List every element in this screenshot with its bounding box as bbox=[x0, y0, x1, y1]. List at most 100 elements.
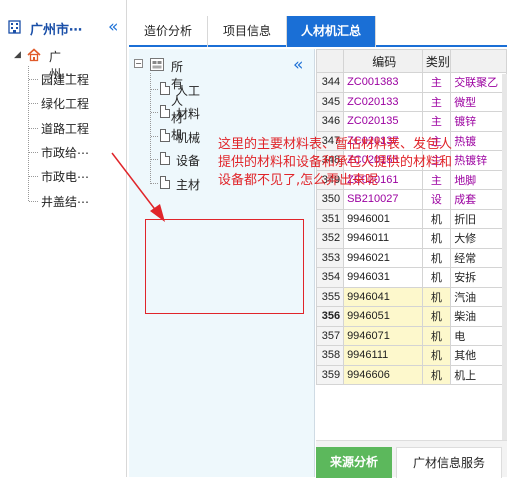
table-row[interactable]: 350 SB210027 设成套 bbox=[316, 189, 507, 210]
table-row[interactable]: 353 9946021 机经常 bbox=[316, 247, 507, 268]
collapse-resource-panel-icon[interactable]: « bbox=[293, 57, 303, 74]
row-index-cell[interactable]: 358 bbox=[316, 345, 345, 366]
category-cell[interactable]: 机 bbox=[421, 228, 452, 249]
name-cell[interactable]: 折旧 bbox=[450, 208, 507, 229]
code-cell[interactable]: 9946111 bbox=[343, 345, 423, 366]
row-index-cell[interactable]: 356 bbox=[316, 306, 345, 327]
code-cell[interactable]: 9946606 bbox=[343, 364, 423, 385]
resource-item-material[interactable]: 材料 bbox=[176, 105, 200, 122]
tab-cost-analysis[interactable]: 造价分析 bbox=[129, 16, 208, 47]
code-cell[interactable]: 9946051 bbox=[343, 306, 423, 327]
row-index-cell[interactable]: 359 bbox=[316, 364, 345, 385]
table-row[interactable]: 359 9946606 机机上 bbox=[316, 364, 507, 385]
table-row[interactable]: 352 9946011 机大修 bbox=[316, 228, 507, 249]
code-cell[interactable]: 9946041 bbox=[343, 286, 423, 307]
category-cell[interactable]: 机 bbox=[421, 325, 452, 346]
name-cell[interactable]: 安拆 bbox=[450, 267, 507, 288]
tree-item-garden[interactable]: 园建工程 bbox=[41, 71, 89, 88]
document-icon bbox=[160, 129, 170, 142]
project-tree-panel: 广州市⋯ « ◢ 广州⋯ 园建工程 绿化工程 道路工程 市政给⋯ 市政电⋯ 井盖… bbox=[0, 0, 127, 477]
table-row[interactable]: 358 9946111 机其他 bbox=[316, 345, 507, 366]
category-cell[interactable]: 主 bbox=[421, 111, 452, 132]
code-cell[interactable]: 9946011 bbox=[343, 228, 423, 249]
name-cell[interactable]: 电 bbox=[450, 325, 507, 346]
collapse-left-panel-icon[interactable]: « bbox=[108, 19, 118, 36]
category-cell[interactable]: 主 bbox=[421, 91, 452, 112]
resource-grid: 编码 类别 344 ZC001383 主交联聚乙 345 ZC020133 主微型 346 Z… bbox=[316, 49, 507, 440]
code-cell[interactable]: ZC020135 bbox=[343, 111, 423, 132]
tree-item-manhole[interactable]: 井盖结⋯ bbox=[41, 193, 89, 210]
name-cell[interactable]: 镀锌 bbox=[450, 111, 507, 132]
category-cell[interactable]: 机 bbox=[421, 364, 452, 385]
table-row[interactable]: 351 9946001 机折旧 bbox=[316, 208, 507, 229]
row-index-cell[interactable]: 355 bbox=[316, 286, 345, 307]
name-cell[interactable]: 交联聚乙 bbox=[450, 72, 507, 93]
tab-project-info[interactable]: 项目信息 bbox=[208, 16, 287, 47]
col-header-category[interactable]: 类别 bbox=[421, 49, 452, 73]
category-cell[interactable]: 机 bbox=[421, 267, 452, 288]
resource-item-equipment[interactable]: 设备 bbox=[176, 152, 200, 169]
tree-connector bbox=[29, 201, 38, 202]
table-row[interactable]: 356 9946051 机柴油 bbox=[316, 306, 507, 327]
col-header-name[interactable] bbox=[450, 49, 507, 73]
tree-item-road[interactable]: 道路工程 bbox=[41, 120, 89, 137]
name-cell[interactable]: 汽油 bbox=[450, 286, 507, 307]
code-cell[interactable]: SB210027 bbox=[343, 189, 423, 210]
col-header-code[interactable]: 编码 bbox=[343, 49, 423, 73]
name-cell[interactable]: 柴油 bbox=[450, 306, 507, 327]
name-cell[interactable]: 机上 bbox=[450, 364, 507, 385]
document-icon bbox=[160, 82, 170, 95]
tree-item-greening[interactable]: 绿化工程 bbox=[41, 95, 89, 112]
code-cell[interactable]: ZC001383 bbox=[343, 72, 423, 93]
tree-item-electric[interactable]: 市政电⋯ bbox=[41, 168, 89, 185]
row-index-cell[interactable]: 352 bbox=[316, 228, 345, 249]
row-index-cell[interactable]: 353 bbox=[316, 247, 345, 268]
table-row[interactable]: 344 ZC001383 主交联聚乙 bbox=[316, 72, 507, 93]
tab-resource-summary[interactable]: 人材机汇总 bbox=[287, 16, 376, 47]
category-cell[interactable]: 机 bbox=[421, 306, 452, 327]
name-cell[interactable]: 其他 bbox=[450, 345, 507, 366]
table-row[interactable]: 354 9946031 机安拆 bbox=[316, 267, 507, 288]
resource-item-labor[interactable]: 人工 bbox=[176, 82, 200, 99]
category-cell[interactable]: 机 bbox=[421, 345, 452, 366]
code-cell[interactable]: 9946031 bbox=[343, 267, 423, 288]
project-title[interactable]: 广州市⋯ bbox=[30, 19, 82, 38]
category-cell[interactable]: 主 bbox=[421, 72, 452, 93]
row-index-cell[interactable]: 344 bbox=[316, 72, 345, 93]
tab-material-info-service[interactable]: 广材信息服务 bbox=[396, 447, 502, 478]
category-cell[interactable]: 机 bbox=[421, 286, 452, 307]
table-row[interactable]: 346 ZC020135 主镀锌 bbox=[316, 111, 507, 132]
collapse-box-icon[interactable]: − bbox=[134, 59, 143, 68]
expand-triangle-icon[interactable]: ◢ bbox=[14, 50, 21, 60]
category-cell[interactable]: 机 bbox=[421, 208, 452, 229]
tree-item-water-supply[interactable]: 市政给⋯ bbox=[41, 144, 89, 161]
grid-scrollbar[interactable] bbox=[502, 74, 507, 440]
row-index-cell[interactable]: 351 bbox=[316, 208, 345, 229]
code-cell[interactable]: ZC020133 bbox=[343, 91, 423, 112]
name-cell[interactable]: 经常 bbox=[450, 247, 507, 268]
row-index-cell[interactable]: 354 bbox=[316, 267, 345, 288]
name-cell[interactable]: 成套 bbox=[450, 189, 507, 210]
code-cell[interactable]: 9946021 bbox=[343, 247, 423, 268]
table-row[interactable]: 355 9946041 机汽油 bbox=[316, 286, 507, 307]
resource-item-machinery[interactable]: 机械 bbox=[176, 129, 200, 146]
row-index-cell[interactable]: 350 bbox=[316, 189, 345, 210]
category-cell[interactable]: 机 bbox=[421, 247, 452, 268]
col-header-index[interactable] bbox=[316, 49, 345, 73]
row-index-cell[interactable]: 346 bbox=[316, 111, 345, 132]
table-row[interactable]: 357 9946071 机电 bbox=[316, 325, 507, 346]
tab-source-analysis[interactable]: 来源分析 bbox=[316, 447, 392, 478]
name-cell[interactable]: 大修 bbox=[450, 228, 507, 249]
code-cell[interactable]: 9946071 bbox=[343, 325, 423, 346]
row-index-cell[interactable]: 357 bbox=[316, 325, 345, 346]
tree-connector bbox=[29, 103, 38, 104]
category-cell[interactable]: 设 bbox=[421, 189, 452, 210]
bottom-tab-bar: 来源分析 广材信息服务 bbox=[316, 440, 507, 478]
resource-item-main-material[interactable]: 主材 bbox=[176, 176, 200, 193]
tree-connector bbox=[151, 112, 159, 113]
main-tab-bar: 造价分析 项目信息 人材机汇总 bbox=[129, 16, 507, 47]
code-cell[interactable]: 9946001 bbox=[343, 208, 423, 229]
name-cell[interactable]: 微型 bbox=[450, 91, 507, 112]
row-index-cell[interactable]: 345 bbox=[316, 91, 345, 112]
table-row[interactable]: 345 ZC020133 主微型 bbox=[316, 91, 507, 112]
